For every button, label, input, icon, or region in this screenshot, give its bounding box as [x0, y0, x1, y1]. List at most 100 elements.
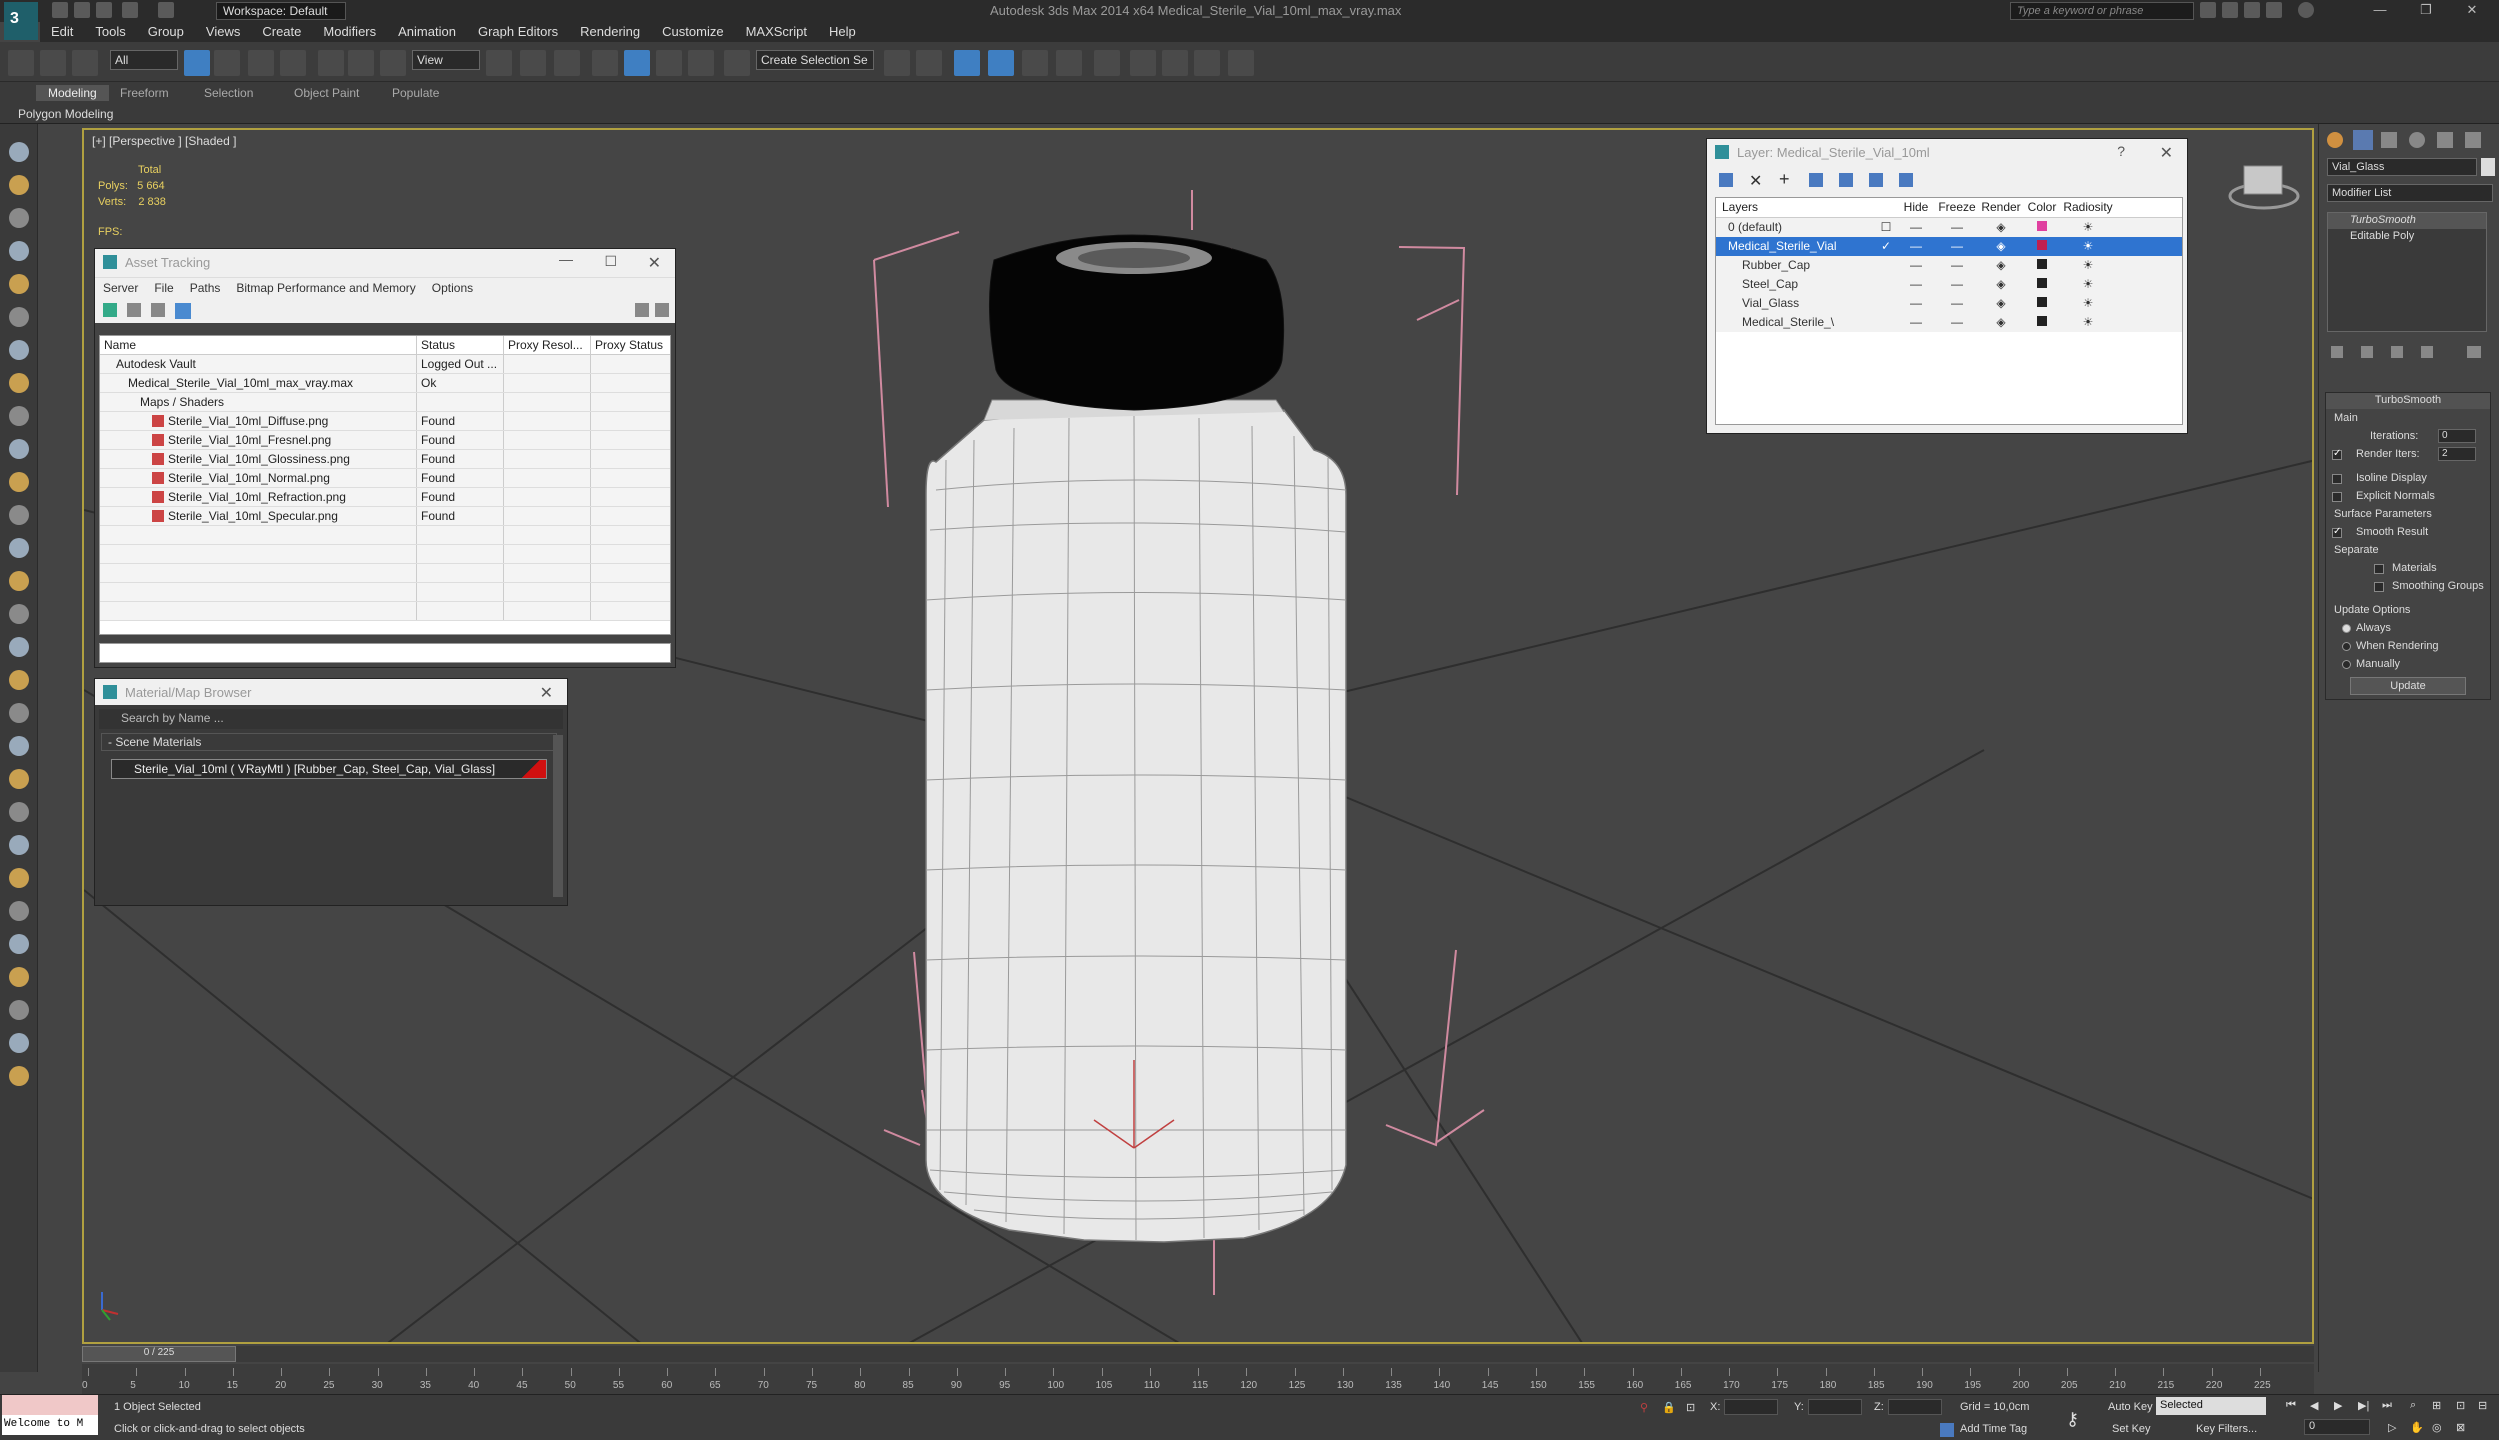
radiosity-icon[interactable]: ☀	[2060, 256, 2116, 275]
table-view-icon[interactable]	[151, 303, 165, 317]
show-end-result-icon[interactable]	[2361, 346, 2373, 358]
layer-render-toggle[interactable]: ◈	[1978, 275, 2024, 294]
link-icon[interactable]	[8, 50, 34, 76]
layer-freeze-toggle[interactable]: —	[1936, 275, 1978, 294]
close-icon[interactable]: ✕	[2160, 143, 2173, 163]
modifier-list-dropdown[interactable]: Modifier List	[2327, 184, 2493, 202]
layer-hide-toggle[interactable]: —	[1896, 237, 1936, 256]
x-coordinate-field[interactable]	[1724, 1399, 1778, 1415]
create-tab-icon[interactable]	[2327, 132, 2343, 148]
scale-icon[interactable]	[380, 50, 406, 76]
bind-space-warp-icon[interactable]	[72, 50, 98, 76]
graphite-ribbon-icon[interactable]	[988, 50, 1014, 76]
render-icon[interactable]	[9, 934, 29, 954]
minimize-icon[interactable]: —	[559, 251, 573, 267]
smooth-result-checkbox[interactable]	[2332, 526, 2342, 538]
taper-icon[interactable]	[9, 769, 29, 789]
layer-render-toggle[interactable]: ◈	[1978, 294, 2024, 313]
material-item[interactable]: Sterile_Vial_10ml ( VRayMtl ) [Rubber_Ca…	[111, 759, 547, 779]
layer-freeze-toggle[interactable]: —	[1936, 237, 1978, 256]
layer-render-toggle[interactable]: ◈	[1978, 237, 2024, 256]
close-icon[interactable]: ✕	[648, 253, 661, 273]
systems-icon[interactable]	[9, 340, 29, 360]
asset-menu-options[interactable]: Options	[424, 278, 481, 299]
layer-hide-toggle[interactable]: —	[1896, 256, 1936, 275]
set-key-icon[interactable]: ⚷	[2066, 1409, 2079, 1430]
zoom-all-icon[interactable]: ⊞	[2432, 1399, 2441, 1412]
tab-modeling[interactable]: Modeling	[36, 85, 109, 101]
modifier-editable-poly[interactable]: Editable Poly	[2328, 229, 2486, 245]
render-iters-checkbox[interactable]	[2332, 448, 2342, 460]
rotate-icon[interactable]	[348, 50, 374, 76]
bend-icon[interactable]	[9, 703, 29, 723]
vial-glass-mesh[interactable]	[925, 399, 1347, 1243]
next-frame-icon[interactable]: ▶|	[2358, 1399, 2369, 1412]
layer-row[interactable]: Medical_Sterile_\ — — ◈ ☀	[1716, 313, 2182, 332]
motion-tab-icon[interactable]	[2409, 132, 2425, 148]
y-coordinate-field[interactable]	[1808, 1399, 1862, 1415]
pivot-center-icon[interactable]	[486, 50, 512, 76]
unlink-icon[interactable]	[40, 50, 66, 76]
time-slider[interactable]: 0 / 225	[82, 1346, 2314, 1362]
modify-tab-icon[interactable]	[2353, 130, 2373, 150]
select-objects-icon[interactable]	[1809, 173, 1823, 187]
layer-color-swatch[interactable]	[2037, 316, 2047, 326]
col-proxy-resolution[interactable]: Proxy Resol...	[504, 336, 591, 354]
freeze-all-icon[interactable]	[1899, 173, 1913, 187]
spot-icon[interactable]	[9, 604, 29, 624]
go-to-start-icon[interactable]: ⏮	[2286, 1399, 2296, 1412]
absolute-mode-icon[interactable]: ⊡	[1686, 1401, 1695, 1414]
auto-key-mode-dropdown[interactable]: Selected	[2156, 1397, 2266, 1415]
object-name-field[interactable]: Vial_Glass	[2327, 158, 2477, 176]
material-editor-icon[interactable]	[1094, 50, 1120, 76]
menu-group[interactable]: Group	[137, 22, 195, 42]
open-file-icon[interactable]	[74, 2, 90, 18]
close-icon[interactable]: ✕	[2462, 2, 2482, 20]
align-icon[interactable]	[916, 50, 942, 76]
asset-path-field[interactable]	[99, 643, 671, 663]
polygon-modeling-label[interactable]: Polygon Modeling	[18, 107, 113, 121]
edit-named-selection-icon[interactable]	[724, 50, 750, 76]
select-object-icon[interactable]	[184, 50, 210, 76]
layer-color-cell[interactable]	[2024, 256, 2060, 275]
percent-snap-icon[interactable]	[656, 50, 682, 76]
tab-selection[interactable]: Selection	[192, 85, 265, 101]
asset-menu-file[interactable]: File	[146, 278, 181, 299]
table-row[interactable]: Sterile_Vial_10ml_Fresnel.png Found	[100, 431, 670, 450]
scene-materials-group[interactable]: - Scene Materials	[101, 733, 557, 751]
time-tag-icon[interactable]	[1940, 1423, 1954, 1437]
help-icon[interactable]	[9, 1066, 29, 1086]
light-icon[interactable]	[9, 571, 29, 591]
highlight-layer-icon[interactable]	[1839, 173, 1853, 187]
tab-populate[interactable]: Populate	[380, 85, 451, 101]
layer-row[interactable]: Steel_Cap — — ◈ ☀	[1716, 275, 2182, 294]
zoom-extents-all-icon[interactable]: ⊟	[2478, 1399, 2487, 1412]
app-menu-button[interactable]: 3	[4, 2, 38, 40]
mirror-icon[interactable]	[884, 50, 910, 76]
radiosity-icon[interactable]: ☀	[2060, 313, 2116, 332]
update-button[interactable]: Update	[2350, 677, 2466, 695]
curve-editor-icon[interactable]	[1022, 50, 1048, 76]
menu-animation[interactable]: Animation	[387, 22, 467, 42]
menu-rendering[interactable]: Rendering	[569, 22, 651, 42]
layer-freeze-toggle[interactable]: —	[1936, 218, 1978, 237]
render-production-icon[interactable]	[1194, 50, 1220, 76]
menu-tools[interactable]: Tools	[84, 22, 136, 42]
render-iters-spinner[interactable]: 2	[2438, 447, 2476, 461]
col-name[interactable]: Name	[100, 336, 417, 354]
wave-icon[interactable]	[9, 868, 29, 888]
select-manipulate-icon[interactable]	[520, 50, 546, 76]
layer-color-swatch[interactable]	[2037, 278, 2047, 288]
menu-help[interactable]: Help	[818, 22, 867, 42]
layer-freeze-toggle[interactable]: —	[1936, 294, 1978, 313]
pan-icon[interactable]: ✋	[2410, 1421, 2424, 1434]
add-to-layer-icon[interactable]: +	[1779, 169, 1790, 190]
layer-color-cell[interactable]	[2024, 313, 2060, 332]
radiosity-icon[interactable]: ☀	[2060, 237, 2116, 256]
table-row[interactable]: Sterile_Vial_10ml_Diffuse.png Found	[100, 412, 670, 431]
isoline-checkbox[interactable]	[2332, 474, 2342, 484]
radiosity-icon[interactable]: ☀	[2060, 294, 2116, 313]
menu-maxscript[interactable]: MAXScript	[735, 22, 818, 42]
asset-menu-paths[interactable]: Paths	[182, 278, 229, 299]
layer-color-cell[interactable]	[2024, 218, 2060, 237]
